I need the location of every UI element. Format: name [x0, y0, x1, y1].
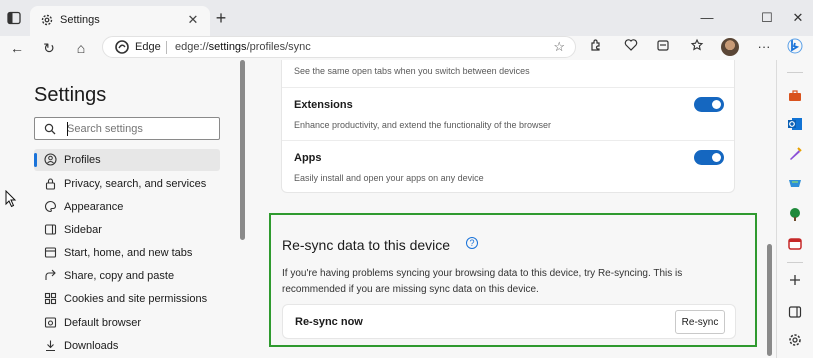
- address-bar[interactable]: Edge edge://settings/profiles/sync ☆: [102, 36, 576, 58]
- sidebar-icon: [44, 224, 57, 235]
- sidebar-item-default-browser[interactable]: Default browser: [34, 312, 220, 334]
- minimize-button[interactable]: —: [692, 6, 722, 30]
- search-input[interactable]: [67, 121, 217, 137]
- settings-sidebar: Settings Profiles Privacy, search, and s…: [0, 60, 244, 358]
- extensions-toggle[interactable]: [694, 97, 724, 112]
- text-caret: [67, 122, 68, 136]
- sidebar-item-profiles[interactable]: Profiles: [34, 149, 220, 171]
- extensions-icon[interactable]: [587, 38, 605, 56]
- sidebar-item-label: Privacy, search, and services: [64, 178, 207, 190]
- open-tabs-description: See the same open tabs when you switch b…: [294, 66, 530, 76]
- favorite-star-icon[interactable]: ☆: [553, 39, 565, 55]
- designer-icon[interactable]: [787, 146, 803, 162]
- sidebar-scrollbar[interactable]: [240, 60, 245, 240]
- maximize-button[interactable]: ☐: [752, 6, 782, 30]
- resync-title: Re-sync data to this device: [282, 237, 451, 253]
- collections-icon[interactable]: [654, 38, 672, 56]
- browser-essentials-icon[interactable]: [622, 38, 640, 56]
- address-url[interactable]: edge://settings/profiles/sync: [175, 41, 311, 53]
- edge-logo-icon: [115, 40, 129, 54]
- refresh-button[interactable]: ↻: [38, 37, 60, 59]
- active-indicator: [34, 153, 37, 167]
- sidebar-item-start-home[interactable]: Start, home, and new tabs: [34, 242, 220, 264]
- edge-sidebar: [777, 36, 813, 358]
- main-scrollbar[interactable]: [767, 244, 772, 356]
- search-box[interactable]: [34, 117, 220, 140]
- search-icon: [44, 123, 56, 135]
- divider: [787, 72, 803, 73]
- sidebar-item-label: Cookies and site permissions: [64, 293, 208, 305]
- sidebar-item-label: Start, home, and new tabs: [64, 247, 193, 259]
- home-icon: [44, 247, 57, 258]
- sidebar-item-sidebar[interactable]: Sidebar: [34, 219, 220, 241]
- tools-icon[interactable]: [787, 88, 803, 104]
- sidebar-item-label: Downloads: [64, 340, 119, 352]
- vertical-tabs-icon[interactable]: [6, 10, 22, 26]
- outlook-icon[interactable]: [787, 116, 803, 132]
- sidebar-item-label: Appearance: [64, 201, 124, 213]
- toggle-knob: [712, 100, 721, 109]
- share-icon: [45, 269, 56, 280]
- sidebar-item-downloads[interactable]: Downloads: [34, 335, 220, 357]
- favorites-bar-icon[interactable]: [688, 38, 706, 56]
- divider: [282, 87, 734, 88]
- new-tab-button[interactable]: +: [212, 9, 230, 27]
- download-icon: [46, 340, 55, 352]
- settings-title: Settings: [34, 84, 107, 106]
- bing-copilot-icon[interactable]: [787, 38, 803, 54]
- settings-gear-icon[interactable]: [787, 332, 803, 348]
- sidebar-item-privacy[interactable]: Privacy, search, and services: [34, 173, 220, 195]
- shopping-icon[interactable]: [787, 176, 803, 192]
- profile-avatar[interactable]: [721, 38, 739, 56]
- divider: [787, 262, 803, 263]
- cookies-icon: [44, 292, 57, 305]
- apps-toggle[interactable]: [694, 150, 724, 165]
- sidebar-item-label: Share, copy and paste: [64, 270, 175, 282]
- help-icon[interactable]: ?: [466, 237, 478, 249]
- toggle-knob: [712, 153, 721, 162]
- apps-title: Apps: [294, 152, 322, 164]
- lock-icon: [45, 178, 56, 190]
- apps-description: Easily install and open your apps on any…: [294, 173, 484, 183]
- tab-title: Settings: [60, 14, 100, 26]
- extensions-title: Extensions: [294, 99, 353, 111]
- home-button[interactable]: ⌂: [70, 37, 92, 59]
- tree-icon[interactable]: [787, 206, 803, 222]
- back-button[interactable]: ←: [6, 37, 28, 59]
- appearance-icon: [45, 200, 57, 213]
- more-options-icon[interactable]: ···: [755, 38, 773, 56]
- mouse-cursor-icon: [5, 190, 17, 208]
- divider: [282, 140, 734, 141]
- resync-button[interactable]: Re-sync: [675, 310, 725, 334]
- extensions-description: Enhance productivity, and extend the fun…: [294, 120, 551, 130]
- site-label: Edge: [135, 41, 161, 53]
- gear-icon: [41, 14, 53, 26]
- profile-icon: [44, 153, 57, 166]
- resync-description: If you're having problems syncing your b…: [282, 268, 683, 295]
- sidebar-item-label: Profiles: [64, 154, 101, 166]
- sidebar-item-appearance[interactable]: Appearance: [34, 196, 220, 218]
- address-divider: [166, 41, 167, 54]
- toolbar: ← ↻ ⌂ Edge edge://settings/profiles/sync…: [0, 36, 813, 60]
- title-bar: Settings ✕ + — ☐ ✕: [0, 0, 813, 36]
- sidebar-item-label: Sidebar: [64, 224, 102, 236]
- browser-icon: [44, 317, 57, 328]
- resync-section: Re-sync data to this device ? If you're …: [269, 213, 757, 347]
- add-icon[interactable]: [787, 272, 803, 288]
- tab-settings[interactable]: Settings ✕: [30, 6, 210, 36]
- sync-items-card: See the same open tabs when you switch b…: [281, 60, 735, 193]
- resync-now-row: Re-sync now Re-sync: [282, 304, 736, 339]
- app-icon[interactable]: [787, 236, 803, 252]
- sidebar-item-share[interactable]: Share, copy and paste: [34, 265, 220, 287]
- sync-settings-page: See the same open tabs when you switch b…: [247, 60, 774, 358]
- resync-now-label: Re-sync now: [295, 316, 363, 328]
- close-tab-icon[interactable]: ✕: [184, 11, 202, 29]
- sidebar-item-label: Default browser: [64, 317, 142, 329]
- hide-sidebar-icon[interactable]: [787, 304, 803, 320]
- close-window-button[interactable]: ✕: [783, 6, 813, 30]
- sidebar-item-cookies[interactable]: Cookies and site permissions: [34, 288, 220, 310]
